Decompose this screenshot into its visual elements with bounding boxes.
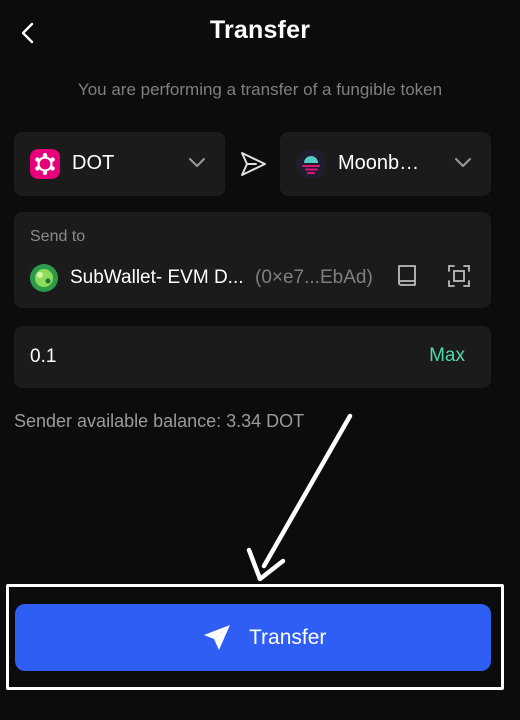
send-to-field[interactable]: Send to SubWallet- EVM D... (0×e7...EbAd… (14, 212, 491, 308)
transfer-button-label: Transfer (249, 626, 327, 649)
sender-balance: Sender available balance: 3.34 DOT (14, 411, 305, 431)
recipient-account-name: SubWallet- EVM D... (70, 267, 244, 288)
recipient-account-address: (0×e7...EbAd) (255, 267, 373, 288)
chevron-down-icon (189, 158, 205, 167)
chain-label: Moonbeam (338, 152, 430, 174)
transfer-button[interactable]: Transfer (15, 604, 491, 671)
page-subtitle: You are performing a transfer of a fungi… (77, 80, 443, 99)
amount-field: Max (14, 326, 491, 388)
polkadot-icon (30, 149, 60, 179)
amount-input[interactable] (30, 342, 390, 372)
send-to-label: Send to (30, 228, 86, 245)
token-selector[interactable]: DOT (14, 132, 225, 196)
chevron-down-icon (455, 158, 471, 167)
scan-qr-icon[interactable] (447, 264, 471, 288)
account-avatar-icon (30, 264, 58, 292)
paper-plane-icon (204, 625, 230, 650)
destination-chain-selector[interactable]: Moonbeam (280, 132, 491, 196)
max-button[interactable]: Max (429, 345, 465, 367)
token-label: DOT (72, 152, 115, 174)
send-arrow-icon (241, 152, 266, 176)
header: Transfer (0, 0, 520, 68)
moonbeam-icon (296, 149, 326, 179)
address-book-icon[interactable] (395, 263, 419, 289)
page-title: Transfer (209, 16, 311, 44)
